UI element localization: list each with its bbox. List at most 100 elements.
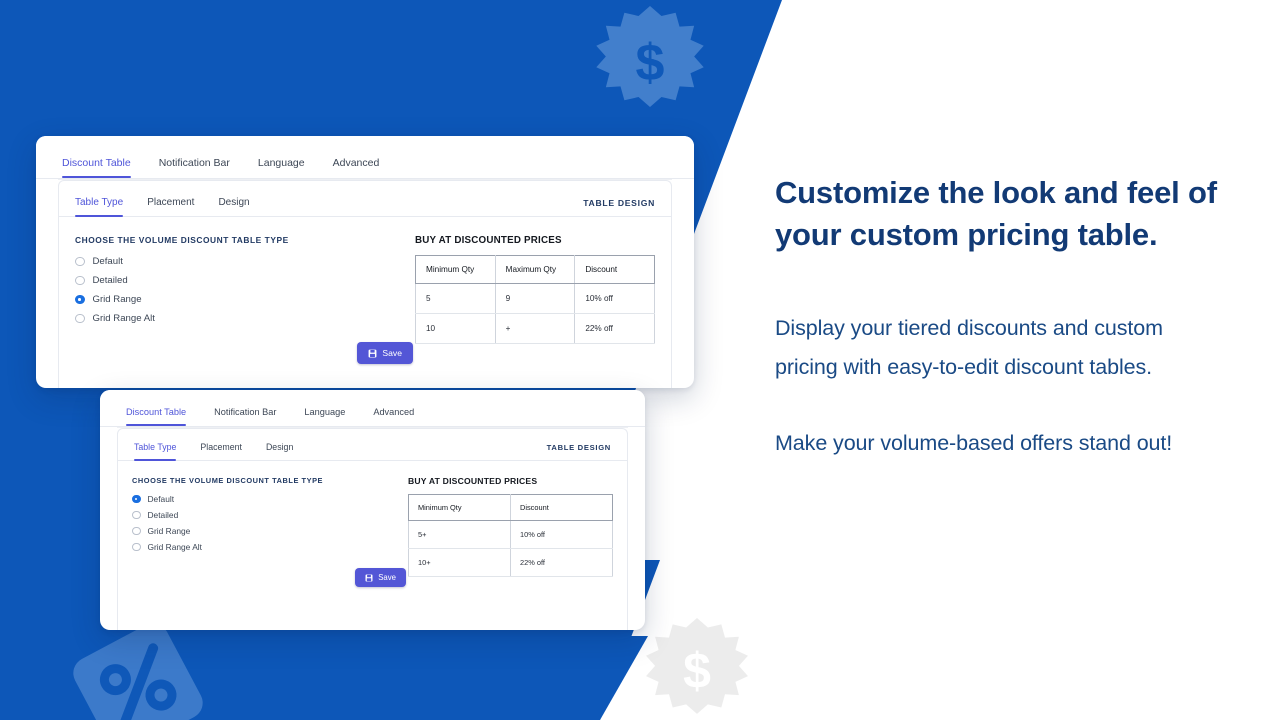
- table-row: 5+ 10% off: [408, 520, 613, 549]
- card2-option-grid-range[interactable]: Grid Range: [132, 526, 408, 536]
- card1-subtab-placement[interactable]: Placement: [135, 197, 206, 216]
- radio-icon[interactable]: [75, 313, 85, 324]
- radio-icon[interactable]: [132, 526, 141, 536]
- card2-option-grid-range-alt-label: Grid Range Alt: [147, 542, 202, 552]
- card1-subtab-table-type-label: Table Type: [75, 197, 124, 208]
- card2-save-button-label: Save: [378, 573, 396, 582]
- column-header: Discount: [574, 255, 655, 284]
- paragraph-one: Display your tiered discounts and custom…: [775, 316, 1163, 379]
- column-header: Maximum Qty: [495, 255, 576, 284]
- card1-preview-column: BUY AT DISCOUNTED PRICES Minimum Qty Max…: [415, 235, 655, 364]
- card2-panel-body: CHOOSE THE VOLUME DISCOUNT TABLE TYPE De…: [118, 461, 627, 587]
- table-cell: 5+: [408, 520, 511, 549]
- card2-save-row: Save: [132, 568, 408, 587]
- table-cell: 22% off: [574, 313, 655, 344]
- card2-preview-column: BUY AT DISCOUNTED PRICES Minimum Qty Dis…: [408, 476, 613, 587]
- radio-icon[interactable]: [132, 542, 141, 552]
- svg-text:$: $: [683, 643, 711, 699]
- card2-tab-advanced-label: Advanced: [373, 407, 415, 417]
- card1-option-grid-range[interactable]: Grid Range: [75, 294, 415, 305]
- card1-option-grid-range-label: Grid Range: [92, 294, 142, 305]
- card1-option-detailed-label: Detailed: [92, 275, 128, 286]
- radio-icon[interactable]: [75, 275, 85, 286]
- save-disk-icon: [368, 349, 377, 357]
- table-header-row: Minimum Qty Discount: [408, 494, 613, 521]
- table-cell: 22% off: [510, 548, 613, 577]
- card2-tab-language[interactable]: Language: [290, 407, 359, 426]
- card1-table-design-link[interactable]: TABLE DESIGN: [583, 198, 655, 216]
- column-header: Minimum Qty: [415, 255, 496, 284]
- card2-subtab-table-type[interactable]: Table Type: [134, 442, 188, 461]
- card2-option-grid-range-alt[interactable]: Grid Range Alt: [132, 542, 408, 552]
- card1-price-table-title: BUY AT DISCOUNTED PRICES: [415, 235, 562, 246]
- radio-selected-icon[interactable]: [132, 494, 141, 504]
- card1-tab-notification-bar[interactable]: Notification Bar: [145, 157, 244, 178]
- table-cell: 10: [415, 313, 496, 344]
- card1-sub-tab-bar: Table Type Placement Design TABLE DESIGN: [59, 181, 671, 217]
- card2-subtab-design-label: Design: [265, 442, 294, 452]
- card2-subtab-placement-label: Placement: [200, 442, 242, 452]
- card2-section-title: CHOOSE THE VOLUME DISCOUNT TABLE TYPE: [132, 476, 324, 485]
- radio-selected-icon[interactable]: [75, 294, 85, 305]
- table-cell: 5: [415, 283, 496, 314]
- card1-option-grid-range-alt[interactable]: Grid Range Alt: [75, 313, 415, 324]
- card2-tab-notification-bar[interactable]: Notification Bar: [200, 407, 290, 426]
- card2-option-detailed[interactable]: Detailed: [132, 510, 408, 520]
- table-cell: 9: [495, 283, 576, 314]
- card1-option-default[interactable]: Default: [75, 256, 415, 267]
- settings-card-grid-range: Discount Table Notification Bar Language…: [36, 136, 694, 388]
- card2-tab-discount-table[interactable]: Discount Table: [126, 407, 200, 426]
- card1-tab-language[interactable]: Language: [244, 157, 319, 178]
- card2-option-grid-range-label: Grid Range: [147, 526, 191, 536]
- svg-text:$: $: [636, 34, 665, 92]
- card2-subtab-table-type-label: Table Type: [134, 442, 177, 452]
- table-row: 5 9 10% off: [415, 283, 655, 314]
- table-cell: 10+: [408, 548, 511, 577]
- card1-tab-advanced-label: Advanced: [332, 157, 380, 169]
- card1-save-button-label: Save: [382, 348, 402, 358]
- card2-subtab-placement[interactable]: Placement: [188, 442, 254, 460]
- promo-banner: $ $ Discount Table Notification Bar Lang…: [0, 0, 1280, 720]
- card1-tab-advanced[interactable]: Advanced: [319, 157, 394, 178]
- table-row: 10+ 22% off: [408, 548, 613, 577]
- card2-tab-advanced[interactable]: Advanced: [359, 407, 428, 426]
- card2-options-column: CHOOSE THE VOLUME DISCOUNT TABLE TYPE De…: [132, 476, 408, 587]
- card1-option-grid-range-alt-label: Grid Range Alt: [92, 313, 155, 324]
- table-row: 10 + 22% off: [415, 313, 655, 344]
- card2-tab-notification-bar-label: Notification Bar: [214, 407, 277, 417]
- save-disk-icon: [365, 574, 373, 581]
- table-cell: +: [495, 313, 576, 344]
- card1-tab-language-label: Language: [257, 157, 305, 169]
- card1-tab-discount-table[interactable]: Discount Table: [62, 157, 145, 178]
- card2-option-default[interactable]: Default: [132, 494, 408, 504]
- card1-subtab-placement-label: Placement: [147, 197, 195, 208]
- card1-panel: Table Type Placement Design TABLE DESIGN…: [58, 179, 672, 388]
- card2-subtab-design[interactable]: Design: [254, 442, 305, 460]
- card1-subtab-table-type[interactable]: Table Type: [75, 197, 135, 217]
- marketing-copy: Customize the look and feel of your cust…: [775, 172, 1230, 462]
- card2-sub-tab-bar: Table Type Placement Design TABLE DESIGN: [118, 429, 627, 461]
- card2-price-table: Minimum Qty Discount 5+ 10% off 10+ 22% …: [408, 494, 613, 577]
- card2-top-tab-bar: Discount Table Notification Bar Language…: [100, 390, 645, 427]
- card1-section-title: CHOOSE THE VOLUME DISCOUNT TABLE TYPE: [75, 235, 289, 245]
- radio-icon[interactable]: [75, 256, 85, 267]
- headline: Customize the look and feel of your cust…: [775, 175, 1217, 253]
- card1-option-default-label: Default: [92, 256, 123, 267]
- card1-save-button[interactable]: Save: [357, 342, 413, 364]
- settings-card-default: Discount Table Notification Bar Language…: [100, 390, 645, 630]
- card1-subtab-design[interactable]: Design: [206, 197, 261, 216]
- card1-option-detailed[interactable]: Detailed: [75, 275, 415, 286]
- table-cell: 10% off: [574, 283, 655, 314]
- card1-save-row: Save: [75, 342, 415, 364]
- card1-price-table: Minimum Qty Maximum Qty Discount 5 9 10%…: [415, 255, 655, 344]
- card1-top-tab-bar: Discount Table Notification Bar Language…: [36, 136, 694, 179]
- table-header-row: Minimum Qty Maximum Qty Discount: [415, 255, 655, 284]
- card2-option-detailed-label: Detailed: [147, 510, 179, 520]
- card1-panel-body: CHOOSE THE VOLUME DISCOUNT TABLE TYPE De…: [59, 217, 671, 364]
- card2-save-button[interactable]: Save: [355, 568, 406, 587]
- card1-subtab-design-label: Design: [218, 197, 250, 208]
- radio-icon[interactable]: [132, 510, 141, 520]
- table-cell: 10% off: [510, 520, 613, 549]
- card2-option-default-label: Default: [147, 494, 175, 504]
- card2-table-design-link[interactable]: TABLE DESIGN: [547, 443, 611, 460]
